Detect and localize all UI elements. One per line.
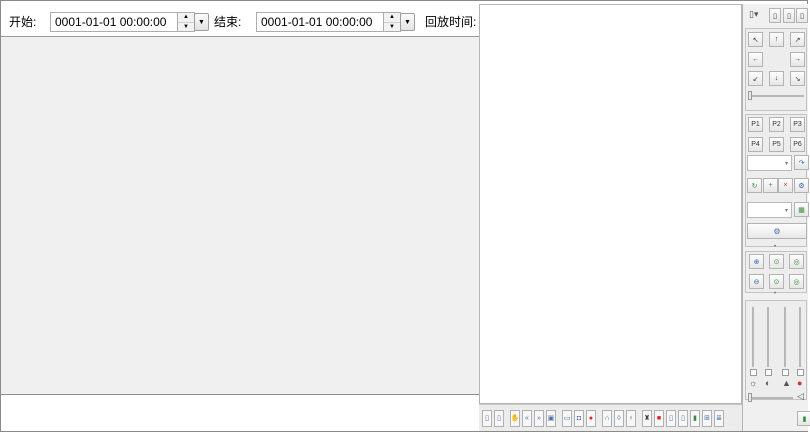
prev-icon[interactable]: « xyxy=(522,409,532,427)
up-arrow-icon[interactable]: ↑ xyxy=(769,32,784,47)
up-right-arrow-icon[interactable]: ↗ xyxy=(790,32,805,47)
speaker-icon: ◁ xyxy=(797,391,804,401)
device-status-icon[interactable]: ▮ xyxy=(797,411,810,426)
right-arrow-icon[interactable]: → xyxy=(790,52,805,67)
network-icon[interactable]: ⊞ xyxy=(702,409,712,427)
start-datetime-field[interactable]: 0001-01-01 00:00:00 ▲ ▼ xyxy=(50,12,195,32)
left-arrow-icon[interactable]: ← xyxy=(748,52,763,67)
ptz-control-panel: ▯▾ ▯ ▯ ▯ ↖ ↑ ↗ ← → ↙ ↓ ↘ P1 P2 P3 P4 P5 … xyxy=(742,4,810,431)
start-spinner[interactable]: ▲ ▼ xyxy=(177,13,194,31)
end-datetime-value: 0001-01-01 00:00:00 xyxy=(261,15,373,29)
contrast-icon: ◐ xyxy=(765,378,771,388)
delete-preset-icon[interactable]: × xyxy=(778,178,793,193)
preset-2-button[interactable]: P2 xyxy=(769,117,784,132)
hand-icon[interactable]: ✋ xyxy=(510,409,520,427)
preset-1-button[interactable]: P1 xyxy=(748,117,763,132)
spin-up-icon[interactable]: ▲ xyxy=(178,13,194,23)
ptz-speed-thumb[interactable] xyxy=(748,91,752,100)
end-label: 结束: xyxy=(214,15,242,29)
preset-5-button[interactable]: P5 xyxy=(769,137,784,152)
start-datetime-value: 0001-01-01 00:00:00 xyxy=(55,15,167,29)
focus-far-icon[interactable]: ⊙ xyxy=(769,274,784,289)
layout-1-icon[interactable]: ▯ xyxy=(769,8,781,23)
volume-thumb[interactable] xyxy=(748,393,752,402)
screen-icon[interactable]: ▭ xyxy=(562,409,572,427)
next-icon[interactable]: » xyxy=(534,409,544,427)
saturation-slider[interactable] xyxy=(784,307,786,367)
playback-query-bar: 开始: 0001-01-01 00:00:00 ▲ ▼ ▼ 结束: 0001-0… xyxy=(1,1,479,37)
brightness-checkbox[interactable] xyxy=(750,369,757,376)
record-icon[interactable]: ● xyxy=(586,409,596,427)
window-icon[interactable]: ▯ xyxy=(678,409,688,427)
preset-select[interactable]: ▾ xyxy=(747,155,792,171)
volume-slider[interactable] xyxy=(748,397,793,399)
record-list-area xyxy=(1,37,479,395)
video-toolbar: ▯ ▯ ✋ « » ▣ ▭ ◘ ● ∩ ◊ ♀ ♜ ■ ▯ ▯ ▮ ⊞ ≣ xyxy=(479,404,742,431)
hue-checkbox[interactable] xyxy=(797,369,804,376)
video-display-panel[interactable] xyxy=(479,4,742,404)
saturation-icon: ▲ xyxy=(782,378,791,388)
zoom-in-icon[interactable]: ⊕ xyxy=(749,254,764,269)
saturation-checkbox[interactable] xyxy=(782,369,789,376)
page-icon[interactable]: ▯ xyxy=(666,409,676,427)
end-calendar-dropdown[interactable]: ▼ xyxy=(400,13,415,31)
microphone-icon[interactable]: ♀ xyxy=(626,409,636,427)
ptz-speed-slider[interactable] xyxy=(748,95,804,97)
zoom-out-icon[interactable]: ⊖ xyxy=(749,274,764,289)
start-label: 开始: xyxy=(9,15,37,29)
spin-down-icon[interactable]: ▼ xyxy=(384,23,400,32)
end-spinner[interactable]: ▲ ▼ xyxy=(383,13,400,31)
up-left-arrow-icon[interactable]: ↖ xyxy=(748,32,763,47)
split-1-icon[interactable]: ▯ xyxy=(482,409,492,427)
spin-up-icon[interactable]: ▲ xyxy=(384,13,400,23)
preset-3-button[interactable]: P3 xyxy=(790,117,805,132)
headphone-icon[interactable]: ∩ xyxy=(602,409,612,427)
preset-4-button[interactable]: P4 xyxy=(748,137,763,152)
list-icon[interactable]: ≣ xyxy=(714,409,724,427)
section-divider[interactable]: • xyxy=(743,244,807,250)
alarm-icon[interactable]: ■ xyxy=(654,409,664,427)
spin-down-icon[interactable]: ▼ xyxy=(178,23,194,32)
brightness-slider[interactable] xyxy=(752,307,754,367)
section-divider[interactable]: • xyxy=(743,291,807,297)
start-calendar-dropdown[interactable]: ▼ xyxy=(194,13,209,31)
snapshot-icon[interactable]: ◘ xyxy=(574,409,584,427)
contrast-checkbox[interactable] xyxy=(765,369,772,376)
goto-preset-icon[interactable]: ↷ xyxy=(794,155,809,170)
layout-2-icon[interactable]: ▯ xyxy=(783,8,795,23)
contrast-slider[interactable] xyxy=(767,307,769,367)
cruise-run-icon[interactable]: ▦ xyxy=(794,202,809,217)
down-right-arrow-icon[interactable]: ↘ xyxy=(790,71,805,86)
timeline-strip[interactable] xyxy=(1,395,479,431)
cruise-settings-gear-icon[interactable]: ⚙ xyxy=(747,223,807,239)
view-select-icon[interactable]: ▯▾ xyxy=(749,9,758,20)
iris-close-icon[interactable]: ◎ xyxy=(789,274,804,289)
layout-3-icon[interactable]: ▯ xyxy=(796,8,808,23)
brightness-icon: ☼ xyxy=(749,378,758,388)
focus-near-icon[interactable]: ⊙ xyxy=(769,254,784,269)
volume-icon[interactable]: ◊ xyxy=(614,409,624,427)
settings-gear-icon[interactable]: ⚙ xyxy=(794,178,809,193)
down-left-arrow-icon[interactable]: ↙ xyxy=(748,71,763,86)
refresh-icon[interactable]: ↻ xyxy=(747,178,762,193)
end-datetime-field[interactable]: 0001-01-01 00:00:00 ▲ ▼ xyxy=(256,12,401,32)
split-2-icon[interactable]: ▯ xyxy=(494,409,504,427)
hue-icon: ● xyxy=(797,378,803,388)
cruise-select[interactable]: ▾ xyxy=(747,202,792,218)
preset-6-button[interactable]: P6 xyxy=(790,137,805,152)
down-arrow-icon[interactable]: ↓ xyxy=(769,71,784,86)
iris-open-icon[interactable]: ◎ xyxy=(789,254,804,269)
device-icon[interactable]: ▮ xyxy=(690,409,700,427)
person-icon[interactable]: ♜ xyxy=(642,409,652,427)
picture-icon[interactable]: ▣ xyxy=(546,409,556,427)
playback-time-label: 回放时间: xyxy=(425,15,477,29)
add-preset-icon[interactable]: + xyxy=(763,178,778,193)
hue-slider[interactable] xyxy=(799,307,801,367)
